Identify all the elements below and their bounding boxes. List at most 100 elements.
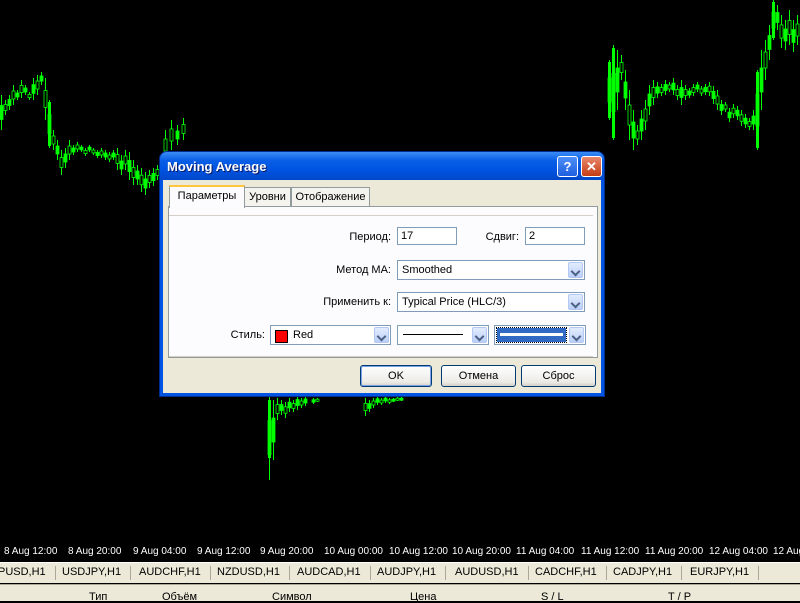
- close-button[interactable]: ✕: [581, 156, 602, 177]
- column-header-tp[interactable]: T / P: [668, 591, 691, 603]
- column-header-symbol[interactable]: Символ: [272, 591, 312, 603]
- tab-parameters[interactable]: Параметры: [169, 185, 245, 208]
- candle-body: [15, 92, 20, 98]
- chevron-down-icon[interactable]: [569, 327, 584, 343]
- candle-body: [395, 397, 400, 401]
- symbol-tab[interactable]: AUDCAD,H1: [297, 566, 371, 580]
- candle-body: [299, 400, 304, 406]
- candle-body: [139, 174, 144, 186]
- tab-display[interactable]: Отображение: [291, 187, 370, 206]
- column-header-volume[interactable]: Объём: [162, 591, 197, 603]
- candle-body: [671, 82, 676, 91]
- symbol-tab-bar: PUSD,H1 USDJPY,H1 AUDCHF,H1 NZDUSD,H1 AU…: [0, 562, 800, 583]
- candle-body: [371, 400, 376, 406]
- ok-button[interactable]: OK: [360, 365, 432, 387]
- symbol-tab[interactable]: AUDUSD,H1: [455, 566, 529, 580]
- candle-body: [31, 84, 36, 94]
- candle-body: [11, 90, 16, 100]
- chevron-down-icon[interactable]: [472, 327, 487, 343]
- period-label: Период:: [349, 231, 391, 243]
- symbol-tab[interactable]: AUDCHF,H1: [139, 566, 211, 580]
- help-button[interactable]: ?: [557, 156, 578, 177]
- candle-body: [111, 152, 116, 158]
- time-label: 11 Aug 12:00: [581, 546, 640, 557]
- candle-body: [23, 87, 28, 93]
- candle-body: [711, 91, 716, 100]
- symbol-tab[interactable]: EURJPY,H1: [690, 566, 760, 580]
- candle-body: [275, 404, 280, 414]
- candle-body: [119, 160, 124, 170]
- column-header-price[interactable]: Цена: [410, 591, 436, 603]
- candle-body: [375, 398, 380, 403]
- candle-body: [691, 87, 696, 93]
- cancel-button[interactable]: Отмена: [441, 365, 516, 387]
- candle-body: [127, 159, 132, 172]
- candle-body: [715, 95, 720, 105]
- candle-body: [635, 130, 640, 140]
- terminal-header: Тип Объём Символ Цена S / L T / P: [0, 584, 800, 603]
- candle-body: [99, 150, 104, 156]
- apply-to-value: Typical Price (HLC/3): [402, 296, 506, 308]
- shift-input[interactable]: 2: [525, 227, 585, 245]
- candle-body: [143, 178, 148, 189]
- candle-body: [283, 406, 288, 414]
- candle-body: [367, 403, 372, 409]
- candle-body: [723, 104, 728, 110]
- chevron-down-icon[interactable]: [374, 327, 389, 343]
- candle-body: [135, 170, 140, 180]
- time-label: 9 Aug 12:00: [197, 546, 251, 557]
- candle-body: [399, 397, 404, 401]
- candle-body: [655, 86, 660, 94]
- chevron-down-icon[interactable]: [568, 262, 583, 278]
- chevron-down-icon[interactable]: [568, 294, 583, 310]
- candle-body: [268, 400, 271, 458]
- line-style-select[interactable]: [397, 325, 489, 345]
- candle-body: [739, 114, 744, 122]
- candle-body: [775, 12, 780, 23]
- candle-body: [719, 104, 724, 111]
- candle-body: [48, 102, 51, 146]
- candle-body: [51, 135, 56, 145]
- candle-body: [627, 104, 632, 126]
- dialog-title-bar[interactable]: Moving Average ? ✕: [160, 152, 604, 180]
- moving-average-dialog: Moving Average ? ✕ Параметры Уровни Отоб…: [160, 152, 604, 396]
- candle-body: [311, 399, 316, 403]
- candle-body: [91, 149, 96, 154]
- candle-body: [751, 115, 756, 125]
- candle-body: [631, 121, 636, 139]
- candle-body: [608, 62, 611, 118]
- symbol-tab[interactable]: USDJPY,H1: [62, 566, 132, 580]
- candle-body: [731, 107, 736, 115]
- candle-body: [787, 20, 792, 35]
- candle-body: [63, 153, 68, 163]
- column-header-sl[interactable]: S / L: [541, 591, 564, 603]
- symbol-tab[interactable]: NZDUSD,H1: [217, 566, 290, 580]
- tab-levels[interactable]: Уровни: [244, 187, 291, 206]
- period-input[interactable]: 17: [397, 227, 457, 245]
- candle-body: [35, 80, 40, 90]
- candle-body: [619, 62, 624, 73]
- dialog-body: Параметры Уровни Отображение Период: 17 …: [163, 180, 601, 393]
- symbol-tab[interactable]: CADJPY,H1: [613, 566, 683, 580]
- candle-body: [779, 24, 784, 39]
- apply-to-select[interactable]: Typical Price (HLC/3): [397, 292, 585, 312]
- candle-body: [123, 155, 128, 165]
- symbol-tab[interactable]: CADCHF,H1: [535, 566, 607, 580]
- symbol-tab[interactable]: AUDJPY,H1: [377, 566, 447, 580]
- color-select[interactable]: Red: [270, 325, 391, 345]
- symbol-tab[interactable]: PUSD,H1: [0, 566, 56, 580]
- candle-body: [59, 157, 64, 168]
- candle-body: [612, 48, 615, 138]
- column-header-type[interactable]: Тип: [89, 591, 107, 603]
- candle-body: [0, 105, 4, 120]
- candle-body: [287, 401, 292, 409]
- style-label: Стиль:: [230, 329, 265, 341]
- candle-body: [699, 88, 704, 94]
- reset-button[interactable]: Сброс: [521, 365, 596, 387]
- line-width-select[interactable]: [494, 325, 586, 345]
- candle-body: [147, 174, 152, 183]
- candle-body: [75, 144, 80, 150]
- candle-body: [279, 404, 284, 411]
- ma-method-select[interactable]: Smoothed: [397, 260, 585, 280]
- candle-body: [383, 397, 388, 402]
